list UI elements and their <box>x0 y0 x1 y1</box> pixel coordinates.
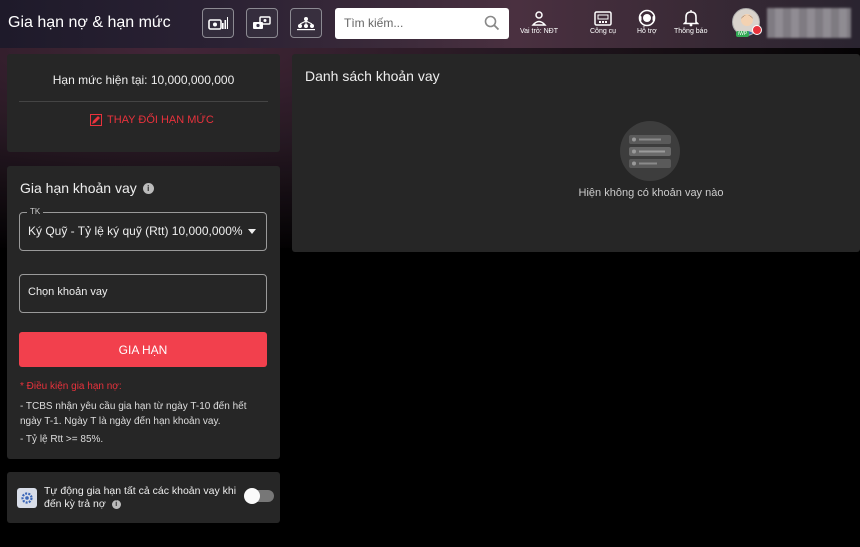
toggle-knob <box>244 488 260 504</box>
loan-select[interactable]: Chọn khoản vay <box>19 274 267 313</box>
header-shortcut-button-2[interactable] <box>246 8 278 38</box>
search-input[interactable] <box>344 16 479 30</box>
empty-list-icon <box>620 121 680 181</box>
extend-title: Gia hạn khoản vay i <box>20 180 154 196</box>
loans-panel: Danh sách khoản vay Hiện không có khoản … <box>292 54 860 252</box>
nav-tools-label: Công cụ <box>590 28 617 35</box>
extend-loan-panel: Gia hạn khoản vay i TK Ký Quỹ - Tỷ lệ ký… <box>7 166 280 459</box>
edit-icon <box>90 114 102 126</box>
empty-list-text: Hiện không có khoản vay nào <box>578 187 724 199</box>
info-icon[interactable]: i <box>142 182 154 194</box>
conditions-title: * Điều kiện gia hạn nợ: <box>20 381 122 392</box>
change-limit-button[interactable]: THAY ĐỔI HẠN MỨC <box>90 114 214 126</box>
header-shortcut-button-3[interactable] <box>290 8 322 38</box>
bell-icon <box>682 10 699 27</box>
nav-notifications[interactable]: Thông báo <box>674 8 707 42</box>
chart-money-icon <box>208 17 228 30</box>
limit-divider <box>19 101 268 102</box>
auto-extend-label: Tự động gia hạn tất cả các khoản vay khi… <box>44 485 237 510</box>
loan-select-placeholder: Chọn khoản vay <box>28 286 108 298</box>
current-limit-text: Hạn mức hiện tại: 10,000,000,000 <box>52 73 235 87</box>
gear-icon <box>17 488 37 508</box>
account-select-legend: TK <box>27 207 44 216</box>
auto-extend-toggle[interactable] <box>244 488 274 504</box>
auto-extend-text: Tự động gia hạn tất cả các khoản vay khi… <box>44 485 239 511</box>
avatar-badge: iWP <box>736 31 750 37</box>
condition-1: - TCBS nhận yêu cầu gia hạn từ ngày T-10… <box>20 401 247 427</box>
search-icon[interactable] <box>484 15 500 31</box>
chevron-down-icon <box>248 229 256 234</box>
auto-extend-panel: Tự động gia hạn tất cả các khoản vay khi… <box>7 472 280 523</box>
support-agent-icon <box>638 9 656 27</box>
extend-title-label: Gia hạn khoản vay <box>20 180 137 196</box>
condition-2: - Tỷ lệ Rtt >= 85%. <box>20 434 104 445</box>
nav-support-label: Hỗ trợ <box>637 28 657 35</box>
extend-button[interactable]: GIA HẠN <box>19 332 267 367</box>
info-icon[interactable]: i <box>111 499 121 509</box>
nav-notifications-label: Thông báo <box>674 28 708 35</box>
nav-role[interactable]: Vai trò: NĐT <box>520 8 558 42</box>
nav-role-label: Vai trò: NĐT <box>520 28 558 35</box>
people-network-icon <box>297 17 315 31</box>
loans-title: Danh sách khoản vay <box>305 68 440 84</box>
account-select-value: Ký Quỹ - Tỷ lệ ký quỹ (Rtt) 10,000,000% <box>28 224 243 238</box>
header-shortcut-button-1[interactable] <box>202 8 234 38</box>
notification-dot <box>752 25 762 35</box>
user-icon <box>531 11 547 26</box>
change-limit-label: THAY ĐỔI HẠN MỨC <box>107 114 214 126</box>
nav-tools[interactable]: Công cụ <box>590 8 616 42</box>
account-select[interactable]: TK Ký Quỹ - Tỷ lệ ký quỹ (Rtt) 10,000,00… <box>19 207 267 251</box>
nav-support[interactable]: Hỗ trợ <box>637 8 657 42</box>
calculator-icon <box>594 11 612 26</box>
user-name-redacted <box>767 8 851 38</box>
limit-panel: Hạn mức hiện tại: 10,000,000,000 THAY ĐỔ… <box>7 54 280 152</box>
search-box <box>335 8 509 39</box>
transfer-icon <box>253 16 271 29</box>
page-title: Gia hạn nợ & hạn mức <box>8 14 171 31</box>
